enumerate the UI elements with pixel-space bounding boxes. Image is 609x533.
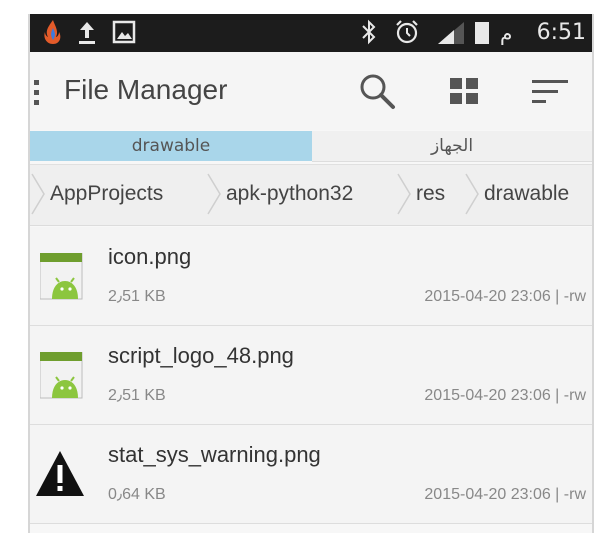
warning-icon xyxy=(34,449,86,497)
file-size: 0٫64 KB xyxy=(108,486,166,503)
tab-device[interactable]: الجهاز xyxy=(312,131,592,162)
breadcrumb-item-res[interactable]: res xyxy=(416,179,445,209)
breadcrumb-separator-icon xyxy=(397,173,411,215)
battery-icon xyxy=(474,18,490,55)
breadcrumb-separator-icon xyxy=(31,173,45,215)
breadcrumb-item-drawable[interactable]: drawable xyxy=(484,179,569,209)
breadcrumb-separator-icon xyxy=(207,173,221,215)
file-name: script_logo_48.png xyxy=(108,343,294,368)
breadcrumb-item-apk-python32[interactable]: apk-python32 xyxy=(226,179,353,209)
file-meta: 2015-04-20 23:06 | -rw xyxy=(424,288,586,305)
file-size: 2٫51 KB xyxy=(108,288,166,305)
file-row[interactable]: script_logo_48.png 2٫51 KB 2015-04-20 23… xyxy=(30,326,592,425)
file-row[interactable]: stat_sys_warning.png 0٫64 KB 2015-04-20 … xyxy=(30,425,592,524)
breadcrumb: AppProjects apk-python32 res drawable xyxy=(30,164,592,226)
app-title: File Manager xyxy=(64,74,228,105)
file-name: stat_sys_warning.png xyxy=(108,442,321,467)
file-row[interactable]: icon.png 2٫51 KB 2015-04-20 23:06 | -rw xyxy=(30,227,592,326)
breadcrumb-item-appprojects[interactable]: AppProjects xyxy=(50,179,163,209)
android-image-icon xyxy=(39,351,84,400)
signal-icon xyxy=(436,18,466,55)
grid-view-icon[interactable] xyxy=(442,70,486,114)
action-bar: File Manager xyxy=(30,52,592,130)
file-size: 2٫51 KB xyxy=(108,387,166,404)
upload-icon xyxy=(76,18,98,55)
overflow-menu-icon[interactable] xyxy=(34,80,40,106)
status-bar: م 6:51 xyxy=(30,14,592,52)
breadcrumb-separator-icon xyxy=(465,173,479,215)
android-image-icon xyxy=(39,252,84,301)
tab-drawable[interactable]: drawable xyxy=(30,131,312,161)
file-meta: 2015-04-20 23:06 | -rw xyxy=(424,387,586,404)
alarm-icon xyxy=(394,18,420,55)
file-manager-screen: م 6:51 File Manager drawable الجهاز AppP… xyxy=(28,14,594,533)
status-time: 6:51 xyxy=(536,20,586,45)
am-pm-label: م xyxy=(500,21,513,45)
image-icon xyxy=(112,18,136,55)
file-meta: 2015-04-20 23:06 | -rw xyxy=(424,486,586,503)
flame-app-icon xyxy=(42,18,64,55)
sort-icon[interactable] xyxy=(528,70,572,114)
bluetooth-icon xyxy=(360,18,378,55)
search-icon[interactable] xyxy=(356,70,400,114)
location-tabs: drawable الجهاز xyxy=(30,131,592,162)
file-name: icon.png xyxy=(108,244,192,269)
